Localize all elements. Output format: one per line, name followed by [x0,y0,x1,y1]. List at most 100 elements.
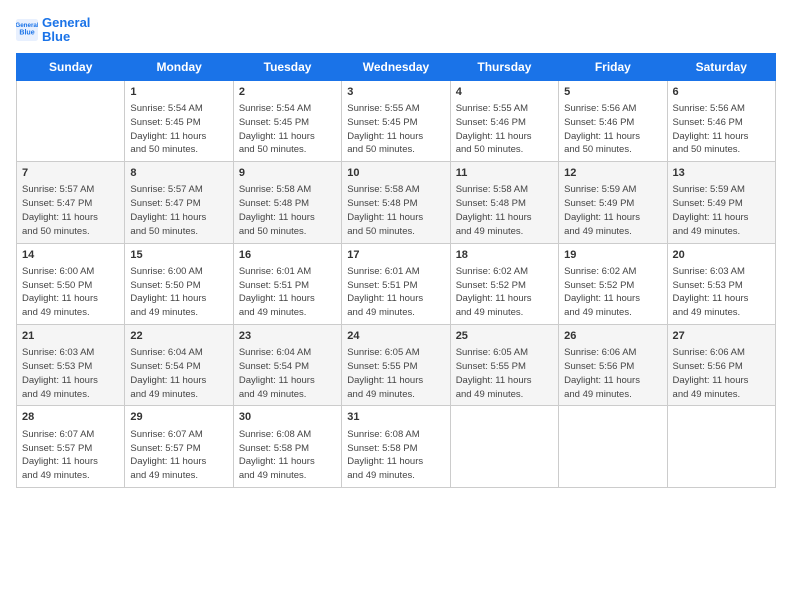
day-number: 2 [239,85,336,100]
calendar-cell: 23 Sunrise: 6:04 AM Sunset: 5:54 PM Dayli… [233,324,341,405]
day-info: Sunrise: 6:07 AM Sunset: 5:57 PM Dayligh… [130,428,227,483]
calendar-cell: 2Sunrise: 5:54 AM Sunset: 5:45 PM Daylig… [233,80,341,161]
calendar-cell: 11 Sunrise: 5:58 AM Sunset: 5:48 PM Dayli… [450,162,558,243]
calendar-cell: 12Sunrise: 5:59 AM Sunset: 5:49 PM Dayli… [559,162,667,243]
calendar-cell: 4 Sunrise: 5:55 AM Sunset: 5:46 PM Daylig… [450,80,558,161]
day-number: 27 [673,329,770,344]
weekday-header-thursday: Thursday [450,53,558,80]
calendar-cell: 13Sunrise: 5:59 AM Sunset: 5:49 PM Dayli… [667,162,775,243]
svg-text:Blue: Blue [19,30,34,37]
day-number: 23 [239,329,336,344]
day-number: 9 [239,166,336,181]
calendar-cell [450,406,558,487]
day-info: Sunrise: 6:08 AM Sunset: 5:58 PM Dayligh… [347,428,444,483]
weekday-header-wednesday: Wednesday [342,53,450,80]
day-info: Sunrise: 6:04 AM Sunset: 5:54 PM Dayligh… [130,346,227,401]
calendar-cell: 15 Sunrise: 6:00 AM Sunset: 5:50 PM Dayli… [125,243,233,324]
day-number: 4 [456,85,553,100]
calendar-cell: 22 Sunrise: 6:04 AM Sunset: 5:54 PM Dayli… [125,324,233,405]
day-number: 21 [22,329,119,344]
day-number: 20 [673,248,770,263]
day-number: 29 [130,410,227,425]
calendar-cell: 29 Sunrise: 6:07 AM Sunset: 5:57 PM Dayli… [125,406,233,487]
day-number: 26 [564,329,661,344]
day-number: 24 [347,329,444,344]
day-info: Sunrise: 6:06 AM Sunset: 5:56 PM Dayligh… [564,346,661,401]
calendar-cell: 7 Sunrise: 5:57 AM Sunset: 5:47 PM Daylig… [17,162,125,243]
day-number: 15 [130,248,227,263]
calendar-week-row: 1 Sunrise: 5:54 AM Sunset: 5:45 PM Daylig… [17,80,776,161]
calendar-week-row: 7 Sunrise: 5:57 AM Sunset: 5:47 PM Daylig… [17,162,776,243]
day-info: Sunrise: 5:59 AM Sunset: 5:49 PM Dayligh… [564,183,661,238]
day-info: Sunrise: 5:54 AM Sunset: 5:45 PM Dayligh… [130,102,227,157]
day-number: 13 [673,166,770,181]
day-info: Sunrise: 5:56 AM Sunset: 5:46 PM Dayligh… [673,102,770,157]
calendar-week-row: 21Sunrise: 6:03 AM Sunset: 5:53 PM Dayli… [17,324,776,405]
day-info: Sunrise: 5:55 AM Sunset: 5:45 PM Dayligh… [347,102,444,157]
day-info: Sunrise: 5:58 AM Sunset: 5:48 PM Dayligh… [239,183,336,238]
day-number: 17 [347,248,444,263]
day-number: 18 [456,248,553,263]
calendar-cell: 19 Sunrise: 6:02 AM Sunset: 5:52 PM Dayli… [559,243,667,324]
day-number: 14 [22,248,119,263]
calendar-cell: 27Sunrise: 6:06 AM Sunset: 5:56 PM Dayli… [667,324,775,405]
day-number: 25 [456,329,553,344]
day-info: Sunrise: 5:55 AM Sunset: 5:46 PM Dayligh… [456,102,553,157]
calendar-cell: 1 Sunrise: 5:54 AM Sunset: 5:45 PM Daylig… [125,80,233,161]
day-info: Sunrise: 6:04 AM Sunset: 5:54 PM Dayligh… [239,346,336,401]
weekday-header-sunday: Sunday [17,53,125,80]
day-info: Sunrise: 6:02 AM Sunset: 5:52 PM Dayligh… [456,265,553,320]
day-number: 11 [456,166,553,181]
svg-text:General: General [16,22,38,29]
calendar-cell: 21Sunrise: 6:03 AM Sunset: 5:53 PM Dayli… [17,324,125,405]
day-info: Sunrise: 6:00 AM Sunset: 5:50 PM Dayligh… [130,265,227,320]
day-number: 16 [239,248,336,263]
calendar-cell: 16 Sunrise: 6:01 AM Sunset: 5:51 PM Dayli… [233,243,341,324]
day-info: Sunrise: 6:01 AM Sunset: 5:51 PM Dayligh… [239,265,336,320]
day-number: 10 [347,166,444,181]
weekday-header-row: SundayMondayTuesdayWednesdayThursdayFrid… [17,53,776,80]
day-info: Sunrise: 5:58 AM Sunset: 5:48 PM Dayligh… [456,183,553,238]
calendar-cell: 18 Sunrise: 6:02 AM Sunset: 5:52 PM Dayli… [450,243,558,324]
day-number: 1 [130,85,227,100]
day-number: 22 [130,329,227,344]
calendar-week-row: 14 Sunrise: 6:00 AM Sunset: 5:50 PM Dayli… [17,243,776,324]
calendar-week-row: 28Sunrise: 6:07 AM Sunset: 5:57 PM Dayli… [17,406,776,487]
calendar-cell: 28Sunrise: 6:07 AM Sunset: 5:57 PM Dayli… [17,406,125,487]
logo-icon: General Blue [16,19,38,41]
day-number: 30 [239,410,336,425]
calendar-cell: 24 Sunrise: 6:05 AM Sunset: 5:55 PM Dayli… [342,324,450,405]
day-info: Sunrise: 5:56 AM Sunset: 5:46 PM Dayligh… [564,102,661,157]
calendar-cell: 9 Sunrise: 5:58 AM Sunset: 5:48 PM Daylig… [233,162,341,243]
calendar-cell [667,406,775,487]
calendar-cell [17,80,125,161]
weekday-header-tuesday: Tuesday [233,53,341,80]
day-number: 8 [130,166,227,181]
calendar-cell: 30Sunrise: 6:08 AM Sunset: 5:58 PM Dayli… [233,406,341,487]
calendar-cell: 5Sunrise: 5:56 AM Sunset: 5:46 PM Daylig… [559,80,667,161]
header: General Blue General Blue [16,16,776,45]
day-info: Sunrise: 6:05 AM Sunset: 5:55 PM Dayligh… [347,346,444,401]
calendar-cell: 8 Sunrise: 5:57 AM Sunset: 5:47 PM Daylig… [125,162,233,243]
day-number: 19 [564,248,661,263]
calendar-table: SundayMondayTuesdayWednesdayThursdayFrid… [16,53,776,488]
day-number: 3 [347,85,444,100]
day-info: Sunrise: 5:57 AM Sunset: 5:47 PM Dayligh… [22,183,119,238]
weekday-header-friday: Friday [559,53,667,80]
day-info: Sunrise: 6:03 AM Sunset: 5:53 PM Dayligh… [673,265,770,320]
calendar-cell: 17 Sunrise: 6:01 AM Sunset: 5:51 PM Dayli… [342,243,450,324]
day-info: Sunrise: 5:57 AM Sunset: 5:47 PM Dayligh… [130,183,227,238]
calendar-cell: 14Sunrise: 6:00 AM Sunset: 5:50 PM Dayli… [17,243,125,324]
day-info: Sunrise: 6:07 AM Sunset: 5:57 PM Dayligh… [22,428,119,483]
calendar-cell: 31Sunrise: 6:08 AM Sunset: 5:58 PM Dayli… [342,406,450,487]
calendar-cell: 26 Sunrise: 6:06 AM Sunset: 5:56 PM Dayli… [559,324,667,405]
calendar-cell: 25Sunrise: 6:05 AM Sunset: 5:55 PM Dayli… [450,324,558,405]
calendar-cell: 3 Sunrise: 5:55 AM Sunset: 5:45 PM Daylig… [342,80,450,161]
day-info: Sunrise: 6:01 AM Sunset: 5:51 PM Dayligh… [347,265,444,320]
day-info: Sunrise: 6:02 AM Sunset: 5:52 PM Dayligh… [564,265,661,320]
logo: General Blue General Blue [16,16,90,45]
day-info: Sunrise: 5:58 AM Sunset: 5:48 PM Dayligh… [347,183,444,238]
calendar-cell: 10 Sunrise: 5:58 AM Sunset: 5:48 PM Dayli… [342,162,450,243]
calendar-cell [559,406,667,487]
day-number: 7 [22,166,119,181]
